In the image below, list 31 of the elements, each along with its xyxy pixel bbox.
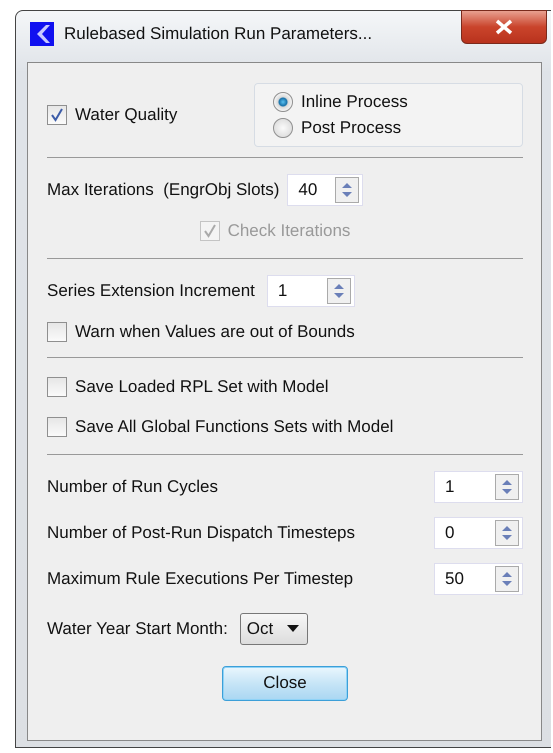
window-title: Rulebased Simulation Run Parameters... xyxy=(64,24,374,44)
close-window-button[interactable] xyxy=(461,10,547,44)
checkbox-label: Water Quality xyxy=(75,105,178,125)
close-button[interactable]: Close xyxy=(222,666,348,700)
field-label: Number of Run Cycles xyxy=(47,477,218,497)
spinner-field[interactable]: 50 xyxy=(434,563,523,595)
checkbox[interactable] xyxy=(47,377,67,397)
field-label: Number of Post-Run Dispatch Timesteps xyxy=(47,523,356,543)
radio-label: Inline Process xyxy=(301,92,408,112)
checkbox[interactable] xyxy=(47,105,67,125)
close-icon[interactable] xyxy=(495,19,513,35)
checkbox-label: Save All Global Functions Sets with Model xyxy=(75,417,394,437)
field-label: Max Iterations (EngrObj Slots) xyxy=(47,180,280,200)
checkbox-label: Save Loaded RPL Set with Model xyxy=(75,377,329,397)
month-dropdown[interactable]: Oct xyxy=(240,613,308,645)
spinner-field[interactable]: 1 xyxy=(266,275,355,307)
field-label: Maximum Rule Executions Per Timestep xyxy=(47,569,354,589)
field-label: Series Extension Increment xyxy=(47,281,255,301)
spinner-field[interactable]: 1 xyxy=(434,471,523,503)
checkbox[interactable] xyxy=(47,417,67,437)
checkbox[interactable] xyxy=(47,322,67,342)
radio-button[interactable] xyxy=(273,92,293,112)
spinner-field[interactable]: 40 xyxy=(287,174,364,206)
checkbox-label: Warn when Values are out of Bounds xyxy=(75,322,355,342)
dropdown-caret-icon[interactable] xyxy=(287,625,300,633)
radio-button[interactable] xyxy=(273,118,293,138)
app-logo-icon xyxy=(30,22,54,46)
field-label: Water Year Start Month: xyxy=(47,619,228,639)
spinner-field[interactable]: 0 xyxy=(434,517,523,549)
checkbox-label: Check Iterations xyxy=(228,221,350,241)
radio-label: Post Process xyxy=(301,118,402,138)
